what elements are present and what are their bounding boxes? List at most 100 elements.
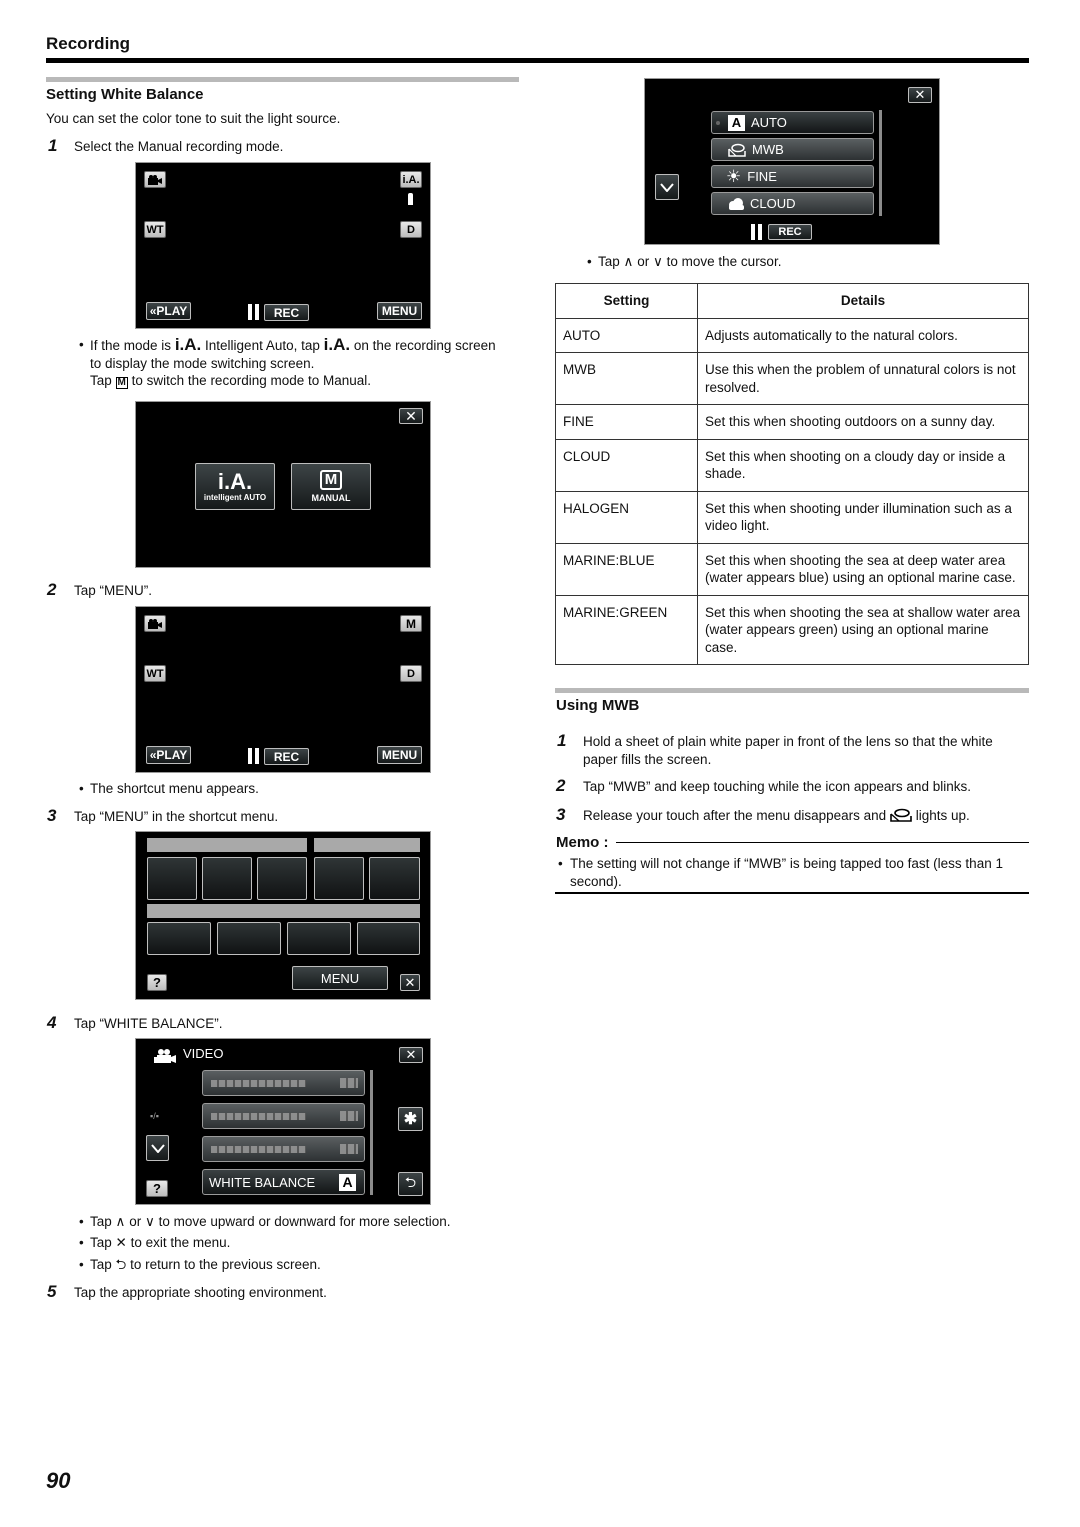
wb-option-fine[interactable]: ☀ FINE: [711, 165, 874, 188]
header-rule: [46, 58, 1029, 63]
shortcut-tile[interactable]: [257, 857, 307, 900]
section-title: Setting White Balance: [46, 86, 204, 103]
ia-label: intelligent AUTO: [203, 493, 267, 502]
display-button[interactable]: D: [400, 221, 422, 238]
shortcut-tile[interactable]: [217, 922, 281, 955]
intelligent-auto-button[interactable]: i.A. intelligent AUTO: [195, 463, 275, 510]
rec-button[interactable]: REC: [264, 748, 309, 765]
rec-button[interactable]: REC: [768, 224, 812, 240]
step4-note: Tap ∧ or ∨ to move upward or downward fo…: [90, 1213, 451, 1231]
step-text: Tap “MENU” in the shortcut menu.: [74, 809, 279, 824]
mwb-icon: [728, 143, 746, 157]
scroll-down-button[interactable]: [146, 1135, 169, 1161]
manual-m-icon: M: [115, 377, 128, 389]
note-text: to switch the recording mode to Manual.: [131, 373, 372, 388]
scrollbar[interactable]: [879, 110, 882, 216]
memo-item: • The setting will not change if “MWB” is…: [558, 856, 1003, 889]
step-text: Release your touch after the menu disapp…: [583, 807, 970, 825]
auto-wb-icon: A: [728, 114, 745, 131]
scroll-down-button[interactable]: [655, 174, 679, 200]
shortcut-tile[interactable]: [147, 922, 211, 955]
details-cell: Set this when shooting the sea at deep w…: [697, 542, 1029, 596]
help-button[interactable]: ?: [146, 1180, 168, 1197]
step-number: 1: [557, 731, 567, 750]
page-indicator: ▪/▪: [150, 1111, 159, 1121]
shortcut-tile[interactable]: [357, 922, 420, 955]
camera-screen-rec-manual: M WT D «PLAY REC MENU: [135, 606, 431, 773]
note-text: to move upward or downward for more sele…: [158, 1214, 451, 1229]
shortcut-tile[interactable]: [202, 857, 252, 900]
table-row: FINE Set this when shooting outdoors on a…: [555, 404, 1029, 440]
close-icon[interactable]: ✕: [400, 974, 420, 991]
manual-label: MANUAL: [311, 493, 351, 503]
close-icon[interactable]: ✕: [399, 408, 423, 424]
note-text: lights up.: [915, 808, 970, 823]
pause-icon: [248, 304, 260, 320]
back-return-icon[interactable]: ⮌: [398, 1172, 423, 1196]
menu-item[interactable]: [202, 1103, 365, 1129]
menu-item[interactable]: [202, 1070, 365, 1096]
help-button[interactable]: ?: [147, 974, 167, 991]
shortcut-group-header: [147, 838, 307, 852]
ia-mode-button[interactable]: i.A.: [400, 171, 422, 188]
menu-item-white-balance[interactable]: WHITE BALANCE A: [202, 1169, 365, 1195]
battery-icon: [408, 193, 413, 205]
menu-item-label: WHITE BALANCE: [209, 1174, 316, 1190]
wt-zoom-button[interactable]: WT: [144, 665, 166, 682]
note-text: or: [637, 254, 650, 269]
menu-title: VIDEO: [183, 1046, 224, 1061]
step-number: 2: [47, 580, 57, 599]
memo-bottom-rule: [555, 892, 1029, 894]
manual-button[interactable]: M MANUAL: [291, 463, 371, 510]
close-icon[interactable]: ✕: [399, 1047, 423, 1063]
video-camera-icon[interactable]: [144, 615, 166, 632]
menu-button[interactable]: MENU: [377, 746, 422, 764]
play-button[interactable]: «PLAY: [146, 302, 191, 320]
chevron-down-icon: ∨: [144, 1214, 155, 1229]
section-rule: [46, 77, 519, 82]
ia-glyph-icon: i.A.: [323, 335, 351, 354]
menu-item[interactable]: [202, 1136, 365, 1162]
menu-button[interactable]: MENU: [377, 302, 422, 320]
note-text: to return to the previous screen.: [130, 1257, 321, 1272]
wb-option-label: AUTO: [751, 115, 787, 130]
table-row: MWB Use this when the problem of unnatura…: [555, 352, 1029, 405]
ia-glyph-icon: i.A.: [174, 335, 202, 354]
settings-gear-icon[interactable]: ✱: [398, 1107, 423, 1131]
wb-option-mwb[interactable]: MWB: [711, 138, 874, 161]
wb-option-label: MWB: [752, 142, 784, 157]
shortcut-tile[interactable]: [287, 922, 351, 955]
rec-button[interactable]: REC: [264, 304, 309, 321]
display-button[interactable]: D: [400, 665, 422, 682]
step2-note: The shortcut menu appears.: [90, 780, 259, 798]
step-text: Tap the appropriate shooting environment…: [74, 1285, 327, 1300]
chevron-up-icon: ∧: [623, 254, 634, 269]
wt-zoom-button[interactable]: WT: [144, 221, 166, 238]
shortcut-tile[interactable]: [147, 857, 197, 900]
shortcut-menu-button[interactable]: MENU: [292, 966, 388, 990]
close-icon[interactable]: ✕: [908, 87, 932, 103]
back-return-icon: ⮌: [115, 1257, 127, 1272]
note-text: Release your touch after the menu disapp…: [583, 808, 887, 823]
table-row: AUTO Adjusts automatically to the natural…: [555, 317, 1029, 353]
play-button[interactable]: «PLAY: [146, 746, 191, 764]
scrollbar[interactable]: [370, 1070, 373, 1195]
camera-screen-mode-switch: ✕ i.A. intelligent AUTO M MANUAL: [135, 401, 431, 568]
shortcut-tile[interactable]: [314, 857, 364, 900]
close-icon: ✕: [115, 1235, 127, 1250]
wb-option-cloud[interactable]: CLOUD: [711, 192, 874, 215]
note-text: on the recording screen: [353, 338, 496, 353]
details-cell: Set this when shooting on a cloudy day o…: [697, 438, 1029, 492]
shortcut-tile[interactable]: [369, 857, 420, 900]
step-number: 1: [48, 136, 58, 155]
memo-title: Memo :: [556, 834, 609, 851]
wb-option-auto[interactable]: A AUTO: [711, 111, 874, 134]
video-camera-icon[interactable]: [144, 171, 166, 188]
m-icon: M: [319, 470, 343, 490]
selected-dot-icon: [716, 120, 720, 125]
manual-mode-button[interactable]: M: [400, 615, 422, 632]
table-row: CLOUD Set this when shooting on a cloudy …: [555, 438, 1029, 492]
setting-cell: CLOUD: [555, 438, 698, 492]
details-cell: Set this when shooting under illuminatio…: [697, 490, 1029, 544]
step-text: Tap “WHITE BALANCE”.: [74, 1016, 223, 1031]
